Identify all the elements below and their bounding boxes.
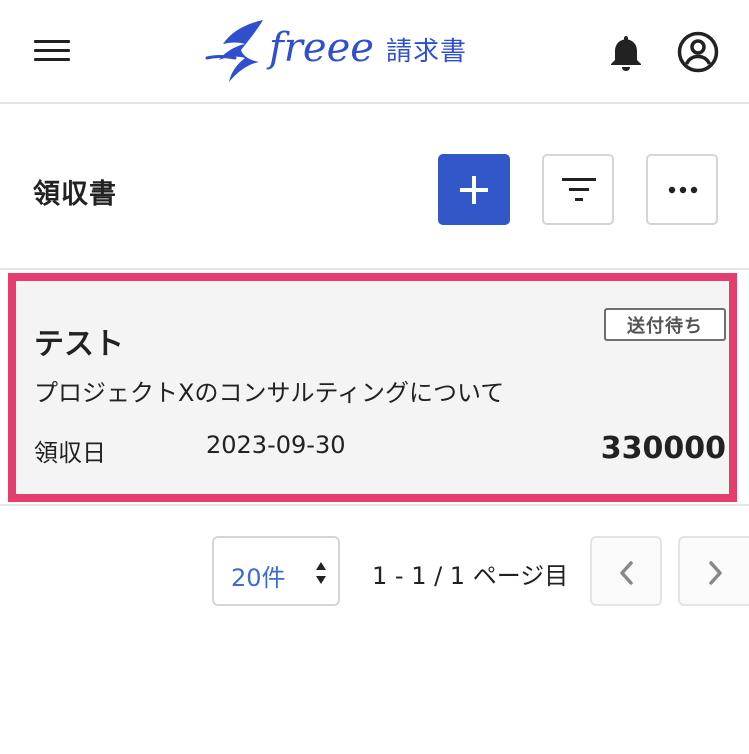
chevron-right-icon	[709, 561, 722, 585]
account-icon	[677, 31, 719, 73]
receipt-amount: 330000	[600, 431, 726, 466]
more-icon	[668, 186, 698, 194]
receipt-card[interactable]: テスト 送付待ち プロジェクトXのコンサルティングについて 領収日 2023-0…	[8, 273, 737, 502]
brand-wordmark: freee	[269, 25, 374, 71]
notifications-button[interactable]	[604, 30, 648, 74]
bell-icon	[611, 36, 641, 71]
menu-icon-bar	[34, 49, 70, 52]
plus-icon	[460, 176, 488, 204]
per-page-value: 20件	[231, 564, 286, 592]
menu-icon-bar	[34, 40, 70, 43]
menu-icon-bar	[34, 58, 70, 61]
list-divider	[0, 268, 749, 270]
receipt-subject: プロジェクトXのコンサルティングについて	[34, 379, 505, 407]
freee-bird-logo-icon	[205, 20, 263, 82]
menu-button[interactable]	[30, 34, 74, 68]
list-divider	[0, 504, 749, 506]
status-badge: 送付待ち	[604, 308, 726, 341]
next-page-button[interactable]	[678, 536, 749, 606]
select-arrows-icon	[316, 562, 326, 584]
more-options-button[interactable]	[646, 154, 718, 225]
page-title: 領収書	[33, 179, 117, 210]
brand-logo[interactable]: freee 請求書	[205, 16, 467, 86]
chevron-left-icon	[620, 561, 633, 585]
filter-button[interactable]	[542, 154, 614, 225]
account-button[interactable]	[676, 30, 720, 74]
per-page-select[interactable]: 20件	[212, 536, 340, 606]
brand-product-name: 請求書	[385, 36, 467, 67]
receipt-date-label: 領収日	[34, 439, 106, 467]
page-range: 1 - 1 / 1 ページ目	[372, 562, 569, 590]
receipt-name: テスト	[34, 327, 124, 362]
receipt-date: 2023-09-30	[206, 431, 346, 459]
app-header: freee 請求書	[0, 0, 749, 104]
previous-page-button[interactable]	[590, 536, 662, 606]
filter-icon	[562, 178, 596, 201]
add-receipt-button[interactable]	[438, 154, 510, 225]
